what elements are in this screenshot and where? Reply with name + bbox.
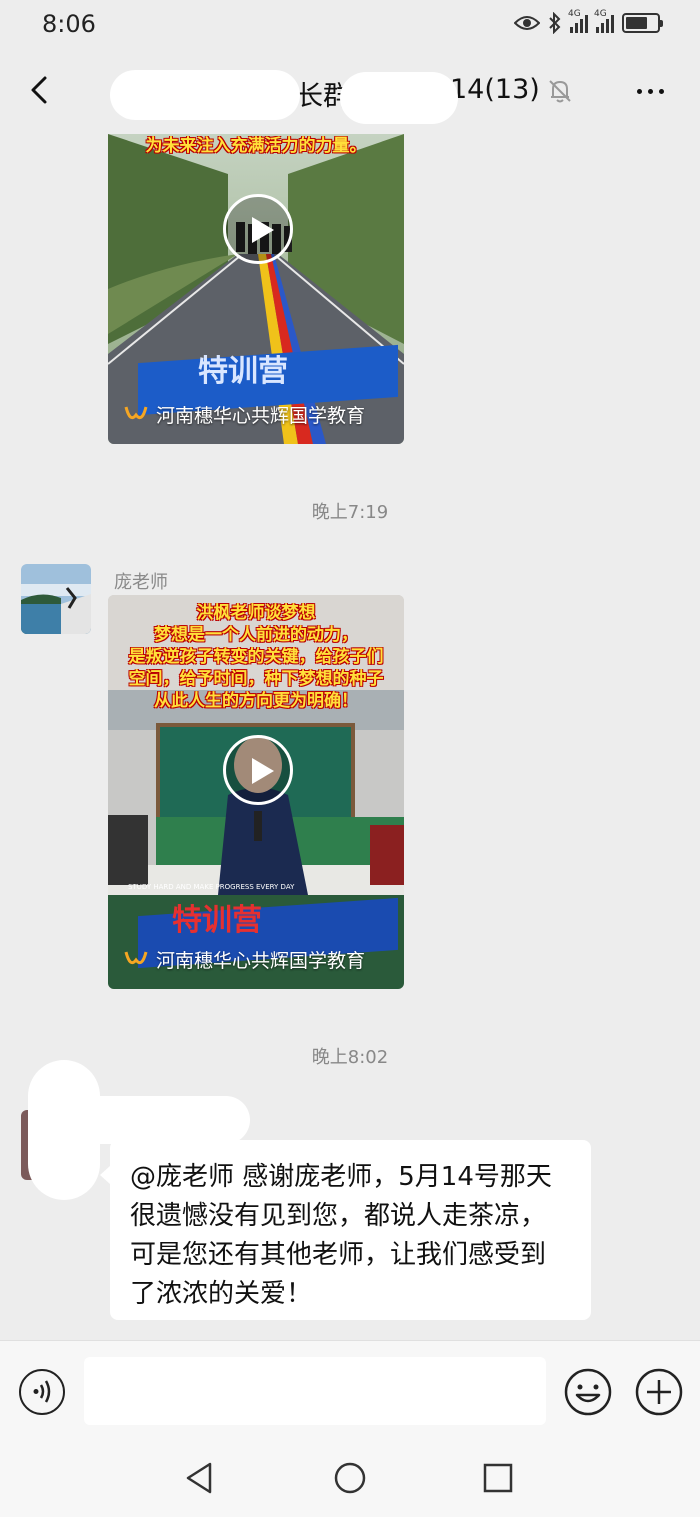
cellular-signal-1-icon: 4G [568,9,588,33]
message-input[interactable] [84,1357,546,1425]
redaction-blob [110,70,300,120]
video-caption-line: 梦想是一个人前进的动力， [154,625,358,645]
timestamp: 晚上8:02 [311,1047,389,1068]
video-caption-line: 空间，给予时间，种下梦想的种子 [128,669,384,689]
message-list[interactable]: 为未来注入充满活力的力量。 特训营 河南穗华心共辉国学教育 晚上7:19 庞老师 [0,134,700,1340]
cellular-signal-2-icon: 4G [594,9,614,33]
sender-name: 庞老师 [114,572,168,593]
video-caption-line: 从此人生的方向更为明确！ [154,691,358,711]
more-functions-button[interactable] [634,1367,684,1417]
battery-icon [622,13,663,33]
voice-icon [33,1380,51,1403]
video-banner-text: 特训营 [198,354,288,389]
dot [647,88,653,94]
back-button[interactable] [20,70,60,110]
system-nav-bar [0,1442,700,1517]
emoji-button[interactable] [563,1367,613,1417]
avatar-image [21,564,91,634]
chat-title-count: 14(13) [450,74,540,105]
chat-header: 长群2 14(13) [0,56,700,128]
play-button[interactable] [223,194,293,264]
brand-logo-icon [124,951,148,964]
nav-home-icon[interactable] [332,1460,368,1496]
nav-back-icon[interactable] [182,1460,218,1496]
input-bar [0,1340,700,1442]
video-message[interactable]: 洪枫老师谈梦想 梦想是一个人前进的动力， 是叛逆孩子转变的关键，给孩子们 空间，… [108,595,404,989]
text-message-bubble[interactable]: @庞老师 感谢庞老师，5月14号那天很遗憾没有见到您，都说人走茶凉，可是您还有其… [100,1140,591,1320]
play-button[interactable] [223,735,293,805]
bluetooth-icon [549,12,561,34]
video-brand: 河南穗华心共辉国学教育 [124,401,365,428]
status-icons: 4G 4G [514,9,663,34]
voice-input-button[interactable] [19,1369,65,1415]
signal-1-label: 4G [568,9,581,19]
timestamp: 晚上7:19 [311,502,389,523]
smiley-icon [564,1368,612,1416]
avatar[interactable] [21,564,91,634]
status-time: 8:06 [42,10,96,38]
video-caption-line: 是叛逆孩子转变的关键，给孩子们 [128,647,384,667]
chevron-left-icon [31,76,47,104]
video-brand-text: 河南穗华心共辉国学教育 [156,950,366,972]
status-bar: 8:06 4G 4G [0,0,700,50]
chat-title[interactable]: 长群2 14(13) [110,70,540,124]
mute-bell-icon [549,80,571,103]
eye-icon [514,16,540,30]
signal-2-label: 4G [594,9,607,19]
video-brand: 河南穗华心共辉国学教育 [124,946,365,973]
board-caption: STUDY HARD AND MAKE PROGRESS EVERY DAY [128,883,295,891]
video-message[interactable]: 为未来注入充满活力的力量。 特训营 河南穗华心共辉国学教育 [108,134,404,444]
redaction-blob [340,72,458,124]
video-brand-text: 河南穗华心共辉国学教育 [156,405,366,427]
video-banner-text: 特训营 [172,903,262,938]
brand-logo-icon [124,406,148,419]
dot [658,88,664,94]
nav-recents-icon[interactable] [480,1460,516,1496]
video-caption-line: 洪枫老师谈梦想 [196,603,316,623]
video-caption: 为未来注入充满活力的力量。 [145,136,367,156]
plus-circle-icon [635,1368,683,1416]
redaction-blob [50,1096,250,1144]
dot [636,88,642,94]
more-options-button[interactable] [628,76,672,106]
